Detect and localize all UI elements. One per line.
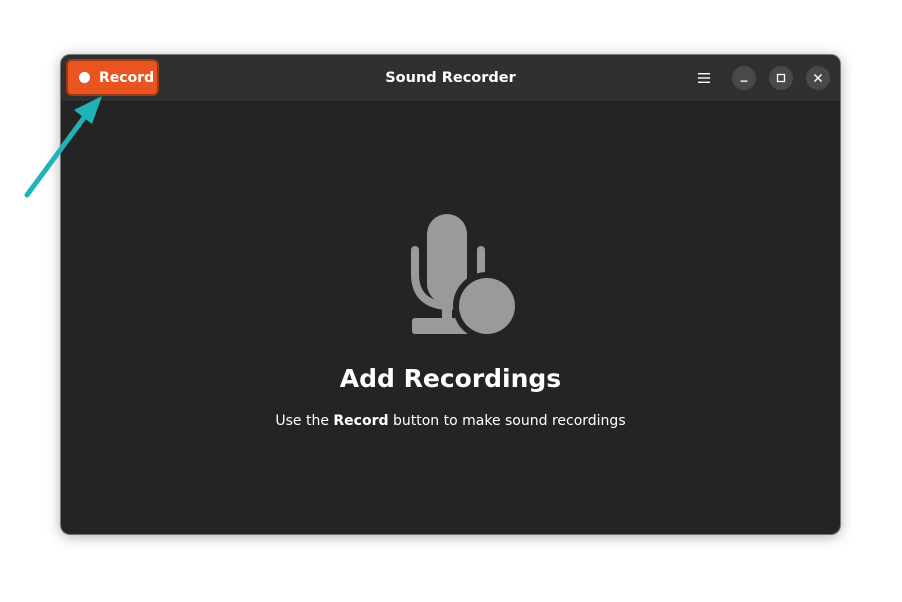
maximize-icon bbox=[776, 73, 786, 83]
maximize-button[interactable] bbox=[769, 66, 793, 90]
microphone-record-icon bbox=[411, 214, 519, 338]
headerbar: Record Sound Recorder bbox=[61, 55, 840, 102]
record-button[interactable]: Record bbox=[66, 59, 159, 96]
record-dot-icon bbox=[79, 72, 90, 83]
close-icon bbox=[814, 74, 822, 82]
screenshot-stage: Record Sound Recorder Add Recordings Use… bbox=[0, 0, 902, 602]
empty-state-title: Add Recordings bbox=[339, 364, 562, 393]
minimize-icon bbox=[740, 80, 748, 82]
minimize-button[interactable] bbox=[732, 66, 756, 90]
empty-state-content: Add Recordings Use the Record button to … bbox=[61, 102, 840, 534]
empty-state-description-prefix: Use the bbox=[275, 413, 334, 429]
hamburger-menu-icon bbox=[698, 73, 710, 83]
main-menu-button[interactable] bbox=[691, 65, 717, 91]
record-button-label: Record bbox=[99, 69, 155, 86]
close-button[interactable] bbox=[806, 66, 830, 90]
empty-state-description: Use the Record button to make sound reco… bbox=[61, 413, 840, 429]
empty-state-description-suffix: button to make sound recordings bbox=[388, 413, 626, 429]
window-title: Sound Recorder bbox=[385, 70, 516, 86]
empty-state-description-bold: Record bbox=[333, 413, 389, 429]
sound-recorder-window: Record Sound Recorder Add Recordings Use… bbox=[61, 55, 840, 534]
